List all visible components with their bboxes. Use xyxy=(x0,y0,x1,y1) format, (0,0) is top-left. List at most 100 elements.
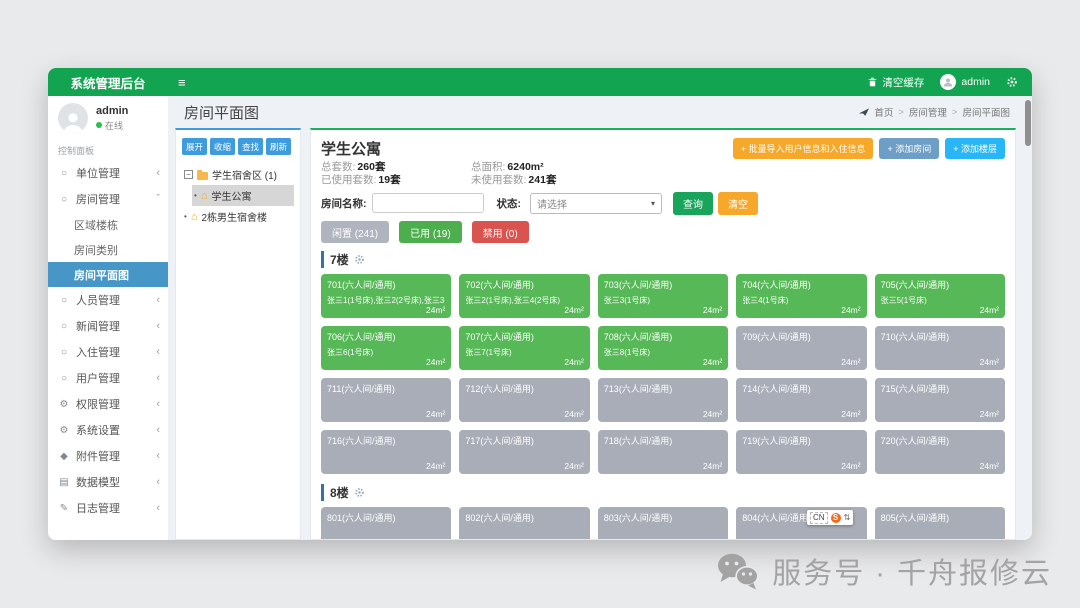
sidebar-username: admin xyxy=(96,105,128,117)
action-button[interactable]: + 批量导入用户信息和入住信息 xyxy=(733,138,874,159)
room-card[interactable]: 701(六人间/通用) 张三1(1号床),张三2(2号床),张三3(3号床) 2… xyxy=(321,274,451,318)
room-card[interactable]: 716(六人间/通用) 24m² xyxy=(321,430,451,474)
tree-toolbar-button[interactable]: 刷新 xyxy=(266,138,291,155)
room-card[interactable]: 702(六人间/通用) 张三2(1号床),张三4(2号床) 24m² xyxy=(459,274,589,318)
tree-toolbar-button[interactable]: 收缩 xyxy=(210,138,235,155)
user-menu[interactable]: admin xyxy=(940,74,990,90)
room-card[interactable]: 805(六人间/通用) 24m² xyxy=(875,507,1005,540)
room-card[interactable]: 711(六人间/通用) 24m² xyxy=(321,378,451,422)
status-chip[interactable]: 闲置 (241) xyxy=(321,221,389,243)
room-area: 24m² xyxy=(980,409,999,419)
sidebar-menu-item[interactable]: ○ 人员管理 ‹ xyxy=(48,287,168,313)
scrollbar-thumb[interactable] xyxy=(1025,100,1031,146)
menu-item-icon: ○ xyxy=(58,373,70,384)
sidebar-menu-item[interactable]: ✎ 日志管理 ‹ xyxy=(48,495,168,521)
vertical-scrollbar[interactable] xyxy=(1025,100,1031,536)
room-area: 24m² xyxy=(841,409,860,419)
ime-language-toggle[interactable]: CN xyxy=(810,512,828,524)
room-number: 801(六人间/通用) xyxy=(327,511,445,524)
room-area: 24m² xyxy=(703,357,722,367)
room-card[interactable]: 704(六人间/通用) 张三4(1号床) 24m² xyxy=(736,274,866,318)
clear-cache-button[interactable]: 清空缓存 xyxy=(868,75,924,90)
floor-settings-icon[interactable] xyxy=(354,487,365,498)
menu-item-icon: ○ xyxy=(58,168,70,179)
breadcrumb-home[interactable]: 首页 xyxy=(874,105,893,119)
ime-indicator[interactable]: CN S ⇅ xyxy=(807,510,853,525)
room-card[interactable]: 710(六人间/通用) 24m² xyxy=(875,326,1005,370)
room-card[interactable]: 718(六人间/通用) 24m² xyxy=(598,430,728,474)
room-card[interactable]: 707(六人间/通用) 张三7(1号床) 24m² xyxy=(459,326,589,370)
room-area: 24m² xyxy=(564,538,583,540)
room-card[interactable]: 719(六人间/通用) 24m² xyxy=(736,430,866,474)
sidebar-menu-item[interactable]: ○ 单位管理 ‹ xyxy=(48,160,168,186)
status-select[interactable]: 请选择 ▾ xyxy=(530,193,662,214)
sidebar-menu-item[interactable]: 房间类别 xyxy=(48,237,168,262)
tree-toolbar-button[interactable]: 查找 xyxy=(238,138,263,155)
room-card[interactable]: 803(六人间/通用) 24m² xyxy=(598,507,728,540)
tree-node-selected[interactable]: • ⌂ 学生公寓 xyxy=(192,185,294,206)
tree-toolbar-button[interactable]: 展开 xyxy=(182,138,207,155)
tree-collapse-icon[interactable]: − xyxy=(184,170,193,179)
room-number: 708(六人间/通用) xyxy=(604,330,722,343)
tree-root-node[interactable]: − 学生宿舍区 (1) xyxy=(182,164,294,185)
room-area: 24m² xyxy=(703,538,722,540)
room-area: 24m² xyxy=(426,305,445,315)
menu-item-icon: ▤ xyxy=(58,477,70,488)
sidebar-menu-item[interactable]: ○ 用户管理 ‹ xyxy=(48,365,168,391)
floor-plan-panel: 学生公寓 + 批量导入用户信息和入住信息 + 添加房间 + 添加楼层 xyxy=(310,128,1016,540)
sidebar-menu-item[interactable]: ○ 房间管理 ˇ xyxy=(48,186,168,212)
room-card[interactable]: 709(六人间/通用) 24m² xyxy=(736,326,866,370)
status-chip[interactable]: 禁用 (0) xyxy=(472,221,529,243)
sidebar-menu-item[interactable]: ◆ 附件管理 ‹ xyxy=(48,443,168,469)
room-card[interactable]: 712(六人间/通用) 24m² xyxy=(459,378,589,422)
room-card[interactable]: 713(六人间/通用) 24m² xyxy=(598,378,728,422)
room-card[interactable]: 720(六人间/通用) 24m² xyxy=(875,430,1005,474)
room-card[interactable]: 802(六人间/通用) 24m² xyxy=(459,507,589,540)
chevron-icon: ‹ xyxy=(156,450,160,462)
sidebar-menu-item[interactable]: ⚙ 系统设置 ‹ xyxy=(48,417,168,443)
search-button[interactable]: 查询 xyxy=(673,192,713,215)
sidebar-menu-item[interactable]: ○ 入住管理 ‹ xyxy=(48,339,168,365)
sidebar-menu-item[interactable]: ○ 新闻管理 ‹ xyxy=(48,313,168,339)
panel-actions: + 批量导入用户信息和入住信息 + 添加房间 + 添加楼层 xyxy=(733,138,1005,159)
room-card[interactable]: 715(六人间/通用) 24m² xyxy=(875,378,1005,422)
sidebar-menu-item[interactable]: 房间平面图 xyxy=(48,262,168,287)
room-card[interactable]: 717(六人间/通用) 24m² xyxy=(459,430,589,474)
menu-item-icon: ○ xyxy=(58,321,70,332)
action-button[interactable]: + 添加楼层 xyxy=(945,138,1005,159)
room-number: 702(六人间/通用) xyxy=(465,278,583,291)
floor-settings-icon[interactable] xyxy=(354,254,365,265)
clear-button[interactable]: 清空 xyxy=(718,192,758,215)
room-card[interactable]: 703(六人间/通用) 张三3(1号床) 24m² xyxy=(598,274,728,318)
room-number: 711(六人间/通用) xyxy=(327,382,445,395)
room-number: 707(六人间/通用) xyxy=(465,330,583,343)
room-area: 24m² xyxy=(426,357,445,367)
room-card[interactable]: 801(六人间/通用) 24m² xyxy=(321,507,451,540)
room-number: 802(六人间/通用) xyxy=(465,511,583,524)
chevron-icon: ‹ xyxy=(156,167,160,179)
room-card[interactable]: 706(六人间/通用) 张三6(1号床) 24m² xyxy=(321,326,451,370)
sidebar-toggle-icon[interactable]: ≡ xyxy=(178,75,186,90)
room-card[interactable]: 714(六人间/通用) 24m² xyxy=(736,378,866,422)
room-number: 709(六人间/通用) xyxy=(742,330,860,343)
room-card[interactable]: 708(六人间/通用) 张三8(1号床) 24m² xyxy=(598,326,728,370)
room-name-input[interactable] xyxy=(372,193,484,213)
sidebar-menu-item[interactable]: 区域楼栋 xyxy=(48,212,168,237)
ime-arrows-icon[interactable]: ⇅ xyxy=(844,513,851,522)
tree-node[interactable]: • ⌂ 2栋男生宿舍楼 xyxy=(182,206,294,227)
sidebar-menu-item[interactable]: ⚙ 权限管理 ‹ xyxy=(48,391,168,417)
breadcrumb-section[interactable]: 房间管理 xyxy=(909,105,947,119)
ime-logo-icon: S xyxy=(831,513,841,523)
room-number: 720(六人间/通用) xyxy=(881,434,999,447)
chevron-icon: ‹ xyxy=(156,424,160,436)
action-button[interactable]: + 添加房间 xyxy=(879,138,939,159)
floor-7-header: 7楼 xyxy=(321,251,1005,268)
room-number: 703(六人间/通用) xyxy=(604,278,722,291)
status-chip[interactable]: 已用 (19) xyxy=(399,221,462,243)
room-number: 717(六人间/通用) xyxy=(465,434,583,447)
top-navbar: 系统管理后台 ≡ 清空缓存 admin xyxy=(48,68,1032,96)
sidebar-menu-item[interactable]: ▤ 数据模型 ‹ xyxy=(48,469,168,495)
room-area: 24m² xyxy=(841,461,860,471)
settings-gears-icon[interactable] xyxy=(1006,76,1018,88)
room-card[interactable]: 705(六人间/通用) 张三5(1号床) 24m² xyxy=(875,274,1005,318)
